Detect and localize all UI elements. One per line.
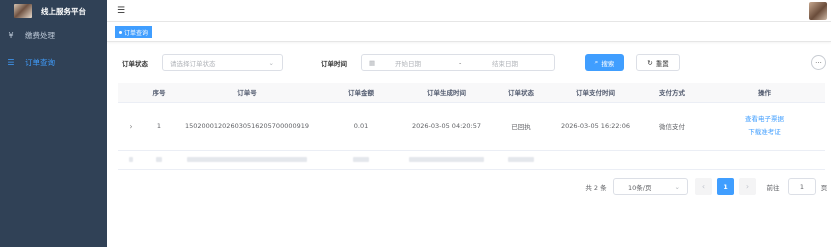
cell-pay-method: 微信支付 xyxy=(640,102,704,151)
col-actions: 操作 xyxy=(704,83,825,103)
col-order-no: 订单号 xyxy=(174,83,320,103)
cell-index: 1 xyxy=(144,102,174,151)
prev-page-button[interactable]: ‹ xyxy=(695,178,712,195)
time-label: 订单时间 xyxy=(321,60,347,68)
blur-cell xyxy=(320,150,402,170)
active-dot-icon xyxy=(119,30,122,34)
blurred-content xyxy=(187,156,307,162)
cell-order-no: 1502000120260305162057000009​19 xyxy=(174,102,320,151)
blurred-content xyxy=(409,156,484,162)
search-icon: ⌕ xyxy=(594,58,599,66)
blur-cell xyxy=(704,150,825,170)
sidebar-item-label: 订单查询 xyxy=(25,58,55,67)
sidebar-item-order-query[interactable]: ☰ 订单查询 xyxy=(0,49,107,76)
logo-image xyxy=(14,4,32,18)
cell-amount: 0.01 xyxy=(320,102,402,151)
date-separator: - xyxy=(459,58,462,67)
next-page-button[interactable]: › xyxy=(739,178,756,195)
table-row-blurred xyxy=(118,150,825,170)
col-amount: 订单金额 xyxy=(320,83,402,103)
end-date-input[interactable]: 结束日期 xyxy=(492,58,518,68)
blur-cell xyxy=(144,150,174,170)
reset-button[interactable]: ↻ 重置 xyxy=(636,54,680,71)
col-paid: 订单支付时间 xyxy=(551,83,640,103)
blur-cell xyxy=(551,150,640,170)
search-form: 订单状态 请选择订单状态 ⌄ 订单时间 ▦ 开始日期 - 结束日期 ⌕ 搜索 ↻… xyxy=(107,52,831,74)
download-admission-link[interactable]: 下载准考证 xyxy=(704,126,825,139)
table-header-row: 序号 订单号 订单金额 订单生成时间 订单状态 订单支付时间 支付方式 操作 xyxy=(118,83,825,103)
yen-icon: ¥ xyxy=(8,31,14,40)
status-label: 订单状态 xyxy=(122,60,148,68)
list-icon: ☰ xyxy=(7,58,15,67)
status-placeholder: 请选择订单状态 xyxy=(170,59,216,68)
tag-order-query[interactable]: 订单查询 xyxy=(115,26,153,38)
blur-cell xyxy=(640,150,704,170)
total-count: 共 2 条 xyxy=(585,183,607,192)
top-navbar: ☰ xyxy=(107,0,831,22)
goto-page-input[interactable]: 1 xyxy=(788,178,816,195)
col-pay-method: 支付方式 xyxy=(640,83,704,103)
chevron-down-icon: ⌄ xyxy=(268,58,274,67)
search-button[interactable]: ⌕ 搜索 xyxy=(585,54,624,71)
cell-actions: 查看电子票据 下载准考证 xyxy=(704,102,825,151)
col-index: 序号 xyxy=(144,83,174,103)
page-size-value: 10条/页 xyxy=(628,183,652,192)
sidebar-header: 线上服务平台 xyxy=(0,0,107,22)
app-title: 线上服务平台 xyxy=(41,6,86,16)
goto-label: 前往 xyxy=(766,183,780,192)
hamburger-icon[interactable]: ☰ xyxy=(117,6,125,16)
date-range-picker[interactable]: ▦ 开始日期 - 结束日期 xyxy=(361,54,555,71)
cell-paid: 2026-03-05 16:22:06 xyxy=(551,102,640,151)
blur-cell xyxy=(491,150,551,170)
status-select[interactable]: 请选择订单状态 ⌄ xyxy=(162,54,283,71)
orders-table: 序号 订单号 订单金额 订单生成时间 订单状态 订单支付时间 支付方式 操作 ›… xyxy=(118,83,825,170)
sidebar-item-label: 缴费处理 xyxy=(25,31,55,40)
cell-status: 已回执 xyxy=(491,102,551,151)
refresh-icon: ↻ xyxy=(647,58,653,67)
blurred-content xyxy=(156,156,162,162)
blur-cell xyxy=(402,150,491,170)
blur-cell xyxy=(118,150,144,170)
reset-button-label: 重置 xyxy=(655,59,669,68)
page-unit-label: 页 xyxy=(820,183,828,192)
blur-cell xyxy=(174,150,320,170)
more-options-icon[interactable]: ··· xyxy=(811,55,826,70)
pagination: 共 2 条 10条/页 ⌄ ‹ 1 › 前往 1 页 xyxy=(107,178,831,195)
calendar-icon: ▦ xyxy=(369,58,376,67)
search-button-label: 搜索 xyxy=(601,59,615,68)
col-expand xyxy=(118,83,144,103)
sidebar: 线上服务平台 ¥ 缴费处理 ☰ 订单查询 xyxy=(0,0,107,247)
tag-label: 订单查询 xyxy=(124,29,149,37)
page-size-select[interactable]: 10条/页 ⌄ xyxy=(613,178,688,195)
col-created: 订单生成时间 xyxy=(402,83,491,103)
blurred-content xyxy=(129,156,133,162)
expand-icon[interactable]: › xyxy=(118,102,144,151)
view-receipt-link[interactable]: 查看电子票据 xyxy=(704,113,825,126)
blurred-content xyxy=(353,156,369,162)
cell-created: 2026-03-05 04:20:57 xyxy=(402,102,491,151)
sidebar-item-payment[interactable]: ¥ 缴费处理 xyxy=(0,22,107,49)
col-status: 订单状态 xyxy=(491,83,551,103)
blurred-content xyxy=(508,156,534,162)
tags-view: 订单查询 xyxy=(107,22,831,42)
user-avatar[interactable] xyxy=(809,2,827,20)
table-row: › 1 1502000120260305162057000009​19 0.01… xyxy=(118,102,825,151)
chevron-down-icon: ⌄ xyxy=(674,182,680,191)
start-date-input[interactable]: 开始日期 xyxy=(395,58,421,68)
page-1-button[interactable]: 1 xyxy=(717,178,734,195)
